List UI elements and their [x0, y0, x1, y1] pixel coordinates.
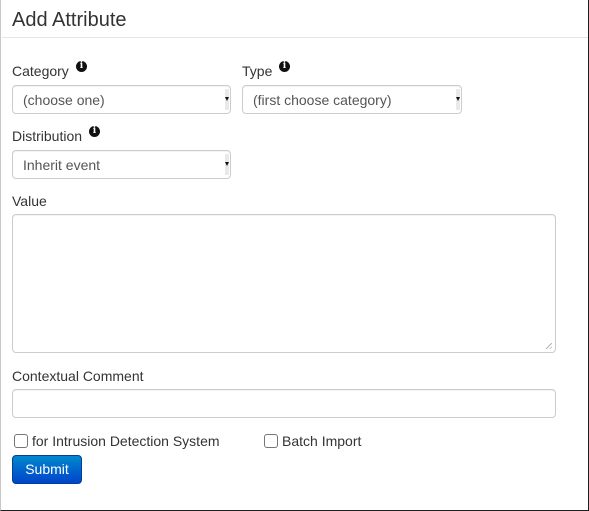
distribution-label: Distribution	[12, 128, 83, 144]
type-label: Type	[242, 63, 273, 79]
form-title: Add Attribute	[12, 9, 127, 31]
value-label: Value	[12, 193, 47, 209]
value-textarea[interactable]	[12, 214, 556, 353]
category-info-icon[interactable]: i	[76, 61, 87, 72]
ids-checkbox[interactable]	[14, 434, 28, 448]
distribution-info-icon[interactable]: i	[89, 126, 100, 137]
comment-label: Contextual Comment	[12, 368, 144, 384]
chevron-down-icon	[456, 89, 460, 110]
submit-button[interactable]: Submit	[12, 455, 82, 484]
category-select[interactable]: (choose one)	[12, 85, 231, 114]
type-select[interactable]: (first choose category)	[242, 85, 462, 114]
category-label: Category	[12, 63, 69, 79]
type-selected-value: (first choose category)	[253, 92, 392, 108]
comment-input[interactable]	[12, 389, 556, 418]
ids-checkbox-label[interactable]: for Intrusion Detection System	[32, 432, 220, 450]
category-selected-value: (choose one)	[23, 92, 105, 108]
distribution-select[interactable]: Inherit event	[12, 150, 231, 179]
type-info-icon[interactable]: i	[279, 61, 290, 72]
chevron-down-icon	[225, 154, 229, 175]
chevron-down-icon	[225, 89, 229, 110]
batch-import-label[interactable]: Batch Import	[282, 432, 361, 450]
add-attribute-panel: Add Attribute Category i (choose one) Ty…	[0, 0, 589, 511]
title-divider	[2, 37, 588, 38]
distribution-selected-value: Inherit event	[23, 157, 101, 173]
batch-import-checkbox[interactable]	[264, 434, 278, 448]
resize-grip-icon[interactable]	[546, 343, 552, 349]
